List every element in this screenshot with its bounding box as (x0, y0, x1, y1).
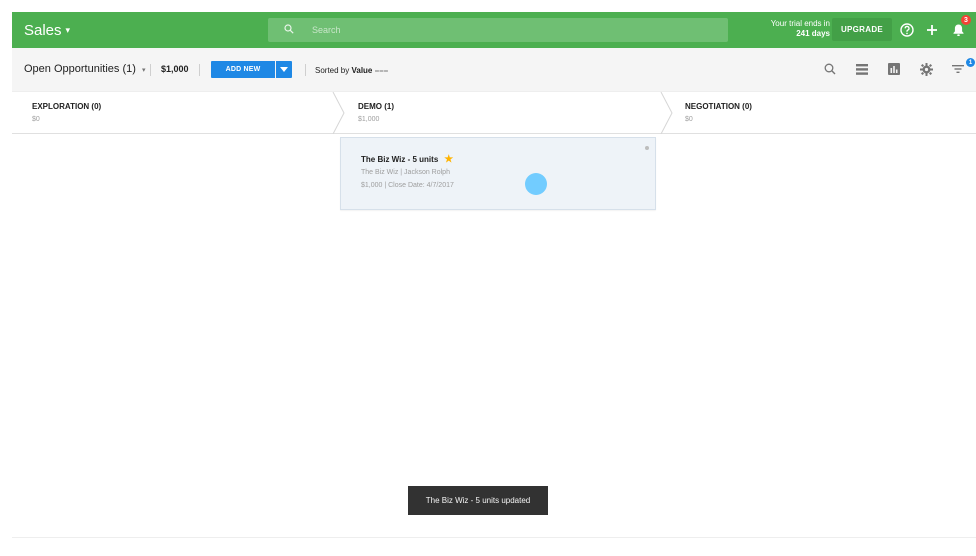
search-icon (284, 23, 298, 37)
sort-icon: ⩶ (374, 66, 389, 75)
deal-card[interactable]: The Biz Wiz - 5 units ★ The Biz Wiz | Ja… (340, 137, 656, 210)
chevron-down-icon: ▾ (141, 67, 146, 74)
deal-status-dot (645, 146, 649, 150)
toast-message: The Biz Wiz - 5 units updated (425, 496, 531, 505)
trial-notice: Your trial ends in 241 days (754, 19, 830, 39)
trial-text: Your trial ends in (770, 19, 830, 28)
view-selector[interactable]: Open Opportunities (1) ▾ (24, 63, 145, 75)
sort-selector[interactable]: Sorted by Value ⩶ (315, 66, 388, 76)
deal-company-contact: The Biz Wiz | Jackson Rolph (361, 169, 450, 176)
gear-icon[interactable] (918, 61, 934, 77)
upgrade-button[interactable]: UPGRADE (832, 18, 892, 41)
filter-count-badge: 1 (966, 58, 975, 67)
deal-value-close-date: $1,000 | Close Date: 4/7/2017 (361, 182, 454, 189)
list-view-icon[interactable] (854, 61, 870, 77)
trial-days: 241 days (796, 29, 830, 38)
sort-prefix: Sorted by (315, 66, 352, 75)
divider (150, 64, 151, 76)
stage-demo[interactable]: DEMO (1) $1,000 (338, 92, 658, 134)
notification-badge: 3 (961, 15, 971, 25)
divider (12, 537, 976, 538)
pipeline-toolbar: Open Opportunities (1) ▾ $1,000 ADD NEW … (12, 48, 976, 92)
divider (199, 64, 200, 76)
star-icon[interactable]: ★ (444, 154, 453, 165)
search-icon[interactable] (822, 61, 838, 77)
pipeline-stages: EXPLORATION (0) $0 DEMO (1) $1,000 NEGOT… (12, 92, 976, 134)
stage-name: EXPLORATION (0) (32, 102, 102, 111)
sort-field: Value (351, 66, 373, 75)
chevron-down-icon: ▾ (65, 24, 71, 35)
add-icon[interactable] (922, 20, 942, 40)
stage-name: NEGOTIATION (0) (685, 102, 752, 111)
deal-title: The Biz Wiz - 5 units (361, 155, 439, 164)
stage-amount: $1,000 (358, 116, 380, 123)
search-placeholder: Search (312, 25, 341, 35)
view-label: Open Opportunities (1) (24, 63, 136, 75)
stage-amount: $0 (685, 116, 693, 123)
add-new-button[interactable]: ADD NEW (211, 61, 275, 78)
app-title: Sales (24, 21, 62, 39)
snackbar-toast: The Biz Wiz - 5 units updated (408, 486, 548, 515)
filter-icon[interactable] (950, 61, 966, 77)
stage-negotiation[interactable]: NEGOTIATION (0) $0 (665, 92, 976, 134)
pipeline-total: $1,000 (161, 64, 189, 74)
stage-exploration[interactable]: EXPLORATION (0) $0 (12, 92, 332, 134)
app-switcher[interactable]: Sales ▾ (12, 22, 268, 39)
click-indicator (525, 173, 547, 195)
help-icon[interactable] (897, 20, 917, 40)
chart-icon[interactable] (886, 61, 902, 77)
stage-name: DEMO (1) (358, 102, 394, 111)
add-new-dropdown-button[interactable] (276, 61, 292, 78)
search-input[interactable]: Search (268, 18, 728, 42)
divider (305, 64, 306, 76)
stage-amount: $0 (32, 116, 40, 123)
